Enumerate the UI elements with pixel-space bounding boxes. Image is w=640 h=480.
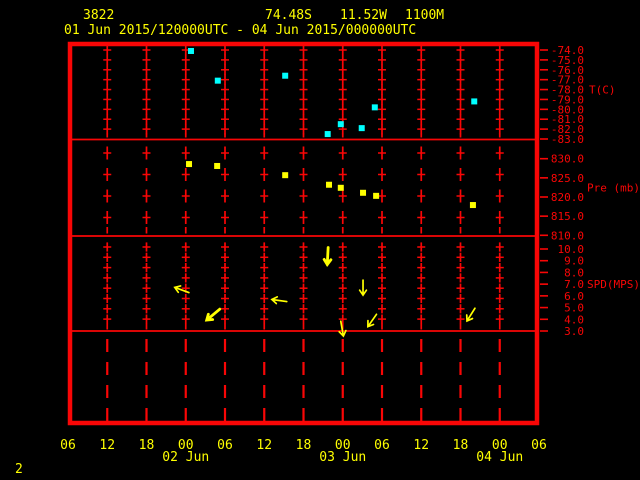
y-tick-label: 810.0 <box>551 229 584 242</box>
x-tick-label: 06 <box>217 438 233 453</box>
temperature-point <box>471 98 478 105</box>
y-tick-label: 815.0 <box>551 210 584 223</box>
temperature-point <box>214 77 221 84</box>
wind-arrow <box>204 307 222 322</box>
x-tick-label: 12 <box>99 438 115 453</box>
aws-timeseries-display: 3822 74.48S 11.52W 1100M 01 Jun 2015/120… <box>0 0 640 480</box>
pressure-point <box>360 189 367 196</box>
temperature-point <box>337 121 344 128</box>
pressure-point <box>326 181 333 188</box>
y-tick-label: -83.0 <box>551 133 584 146</box>
y-tick-label: 825.0 <box>551 172 584 185</box>
y-tick-label: 830.0 <box>551 153 584 166</box>
wind-arrow <box>270 295 288 305</box>
x-tick-label: 06 <box>60 438 76 453</box>
plot-svg: -74.0-75.0-76.0-77.0-78.0-79.0-80.0-81.0… <box>60 41 640 465</box>
y-axis-name: T(C) <box>589 84 616 97</box>
x-tick-label: 18 <box>296 438 312 453</box>
pressure-point <box>186 161 193 168</box>
page-number: 2 <box>15 462 23 477</box>
wind-arrow <box>358 279 368 297</box>
y-axis-name: Pre (mb) <box>587 181 640 194</box>
temperature-point <box>324 131 331 138</box>
temperature-point <box>358 125 365 132</box>
x-tick-label: 18 <box>453 438 469 453</box>
temperature-point <box>371 104 378 111</box>
x-tick-label: 06 <box>531 438 547 453</box>
x-tick-label: 12 <box>413 438 429 453</box>
y-tick-label: 3.0 <box>564 325 584 338</box>
x-date-label: 03 Jun <box>319 450 366 465</box>
temperature-point <box>282 72 289 79</box>
x-tick-label: 18 <box>139 438 155 453</box>
wind-arrow <box>173 285 190 294</box>
pressure-point <box>214 162 221 169</box>
y-axis-name: SPD(MPS) <box>587 278 640 291</box>
x-tick-label: 06 <box>374 438 390 453</box>
x-date-label: 02 Jun <box>162 450 209 465</box>
pressure-point <box>282 172 289 179</box>
x-date-label: 04 Jun <box>476 450 523 465</box>
pressure-point <box>373 192 380 199</box>
wind-arrow <box>367 313 378 328</box>
pressure-point <box>469 202 476 209</box>
wind-arrow <box>322 246 333 267</box>
pressure-point <box>337 184 344 191</box>
wind-arrow <box>465 307 476 323</box>
temperature-point <box>187 47 194 54</box>
x-tick-label: 12 <box>256 438 272 453</box>
y-tick-label: 820.0 <box>551 191 584 204</box>
